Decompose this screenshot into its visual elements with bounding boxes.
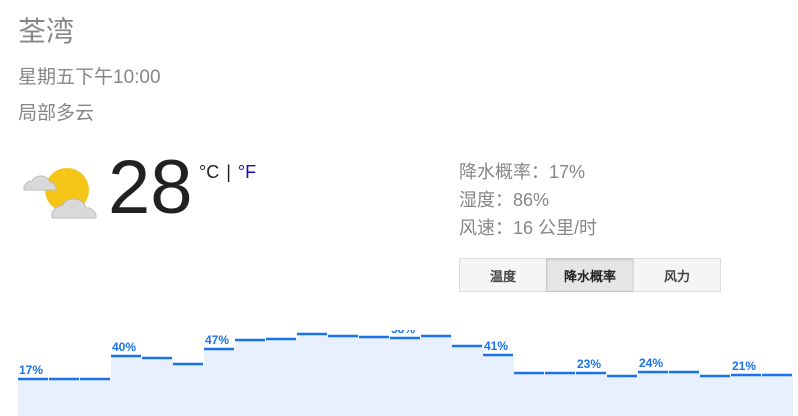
precipitation-chance: 降水概率：17%: [459, 162, 586, 182]
unit-separator: |: [226, 162, 231, 182]
weather-condition: 局部多云: [18, 103, 95, 124]
humidity: 湿度：86%: [459, 190, 550, 210]
wind-speed: 风速：16 公里/时: [459, 218, 598, 238]
fahrenheit-toggle[interactable]: °F: [238, 162, 256, 182]
chart-tabs: 温度 降水概率 风力: [459, 258, 721, 292]
chart-data-label: 21%: [732, 359, 756, 373]
tab-wind[interactable]: 风力: [633, 258, 721, 292]
current-temperature: 28: [108, 145, 193, 230]
current-datetime: 星期五下午10:00: [18, 67, 161, 88]
weather-details: 降水概率：17% 湿度：86% 风速：16 公里/时: [459, 158, 597, 242]
precipitation-chart: 17% 40% 47% 62% 58% 41% 23% 24% 21%: [18, 330, 793, 416]
chart-data-label: 62%: [298, 330, 322, 332]
celsius-toggle[interactable]: °C: [199, 162, 219, 182]
partly-cloudy-icon: [23, 168, 97, 219]
tab-temperature[interactable]: 温度: [459, 258, 547, 292]
chart-data-label: 17%: [19, 363, 43, 377]
unit-switcher: °C | °F: [199, 162, 256, 183]
chart-data-label: 40%: [112, 340, 136, 354]
location-name: 荃湾: [18, 16, 75, 47]
chart-data-label: 24%: [639, 356, 663, 370]
chart-data-label: 47%: [205, 333, 229, 347]
tab-precipitation[interactable]: 降水概率: [546, 258, 634, 292]
chart-data-label: 58%: [391, 330, 415, 336]
chart-data-label: 23%: [577, 357, 601, 371]
chart-data-label: 41%: [484, 339, 508, 353]
